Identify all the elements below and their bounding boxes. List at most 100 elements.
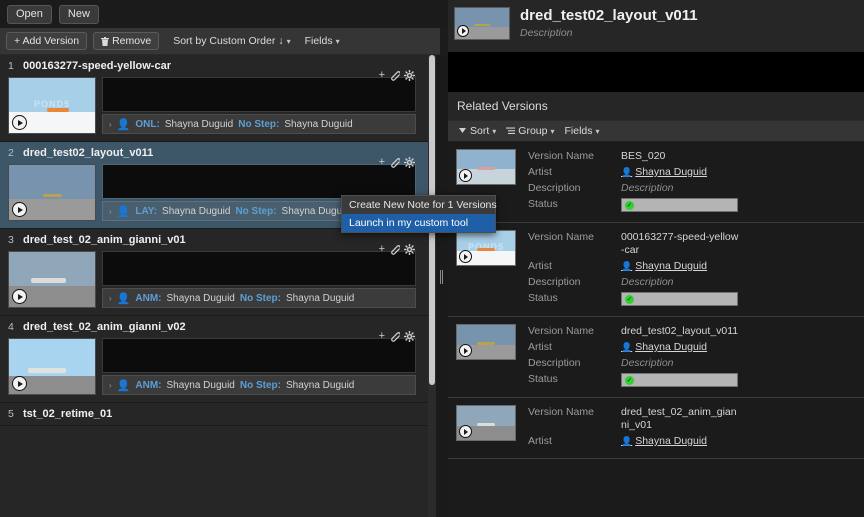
context-menu[interactable]: Create New Note for 1 Versions Launch in … bbox=[341, 195, 497, 233]
gear-icon[interactable] bbox=[404, 330, 415, 342]
sort-by-custom-order-dropdown[interactable]: Sort by Custom Order ↓ ▾ bbox=[173, 35, 290, 47]
version-row-number: 3 bbox=[8, 234, 14, 246]
play-icon[interactable] bbox=[459, 169, 472, 182]
note-nostep-key: No Step: bbox=[239, 292, 281, 304]
context-menu-item[interactable]: Launch in my custom tool bbox=[342, 214, 495, 232]
version-media-area[interactable] bbox=[102, 77, 416, 112]
add-icon[interactable]: + bbox=[379, 156, 385, 168]
version-list-panel[interactable]: 1 000163277-speed-yellow-car + POND5 › 👤 ONL: S… bbox=[0, 55, 428, 517]
field-status: Status ✓ bbox=[528, 198, 864, 212]
panel-splitter[interactable] bbox=[436, 55, 448, 517]
field-value[interactable]: Description bbox=[621, 276, 674, 289]
artist-link[interactable]: 👤 Shayna Duguid bbox=[621, 341, 707, 354]
play-icon[interactable] bbox=[12, 376, 27, 391]
attach-icon[interactable] bbox=[389, 157, 400, 168]
add-icon[interactable]: + bbox=[379, 69, 385, 81]
status-field[interactable]: ✓ bbox=[621, 292, 738, 306]
field-label: Artist bbox=[528, 260, 552, 272]
version-row-header[interactable]: 4 dred_test_02_anim_gianni_v02 + bbox=[0, 316, 428, 342]
sort-icon bbox=[459, 128, 466, 133]
trash-icon bbox=[101, 36, 110, 46]
related-group-dropdown[interactable]: Group ▾ bbox=[506, 125, 554, 137]
expand-arrow-icon[interactable]: › bbox=[109, 120, 112, 129]
card-thumbnail[interactable]: POND5 bbox=[456, 230, 516, 266]
card-thumbnail[interactable] bbox=[456, 324, 516, 360]
new-button[interactable]: New bbox=[58, 4, 99, 24]
open-button[interactable]: Open bbox=[7, 4, 52, 24]
expand-arrow-icon[interactable]: › bbox=[109, 207, 112, 216]
play-icon[interactable] bbox=[12, 289, 27, 304]
detail-media-area[interactable] bbox=[448, 52, 864, 92]
field-value[interactable]: BES_020 bbox=[621, 150, 665, 163]
related-version-card[interactable]: Version Name dred_test02_layout_v011 Artis… bbox=[448, 317, 864, 398]
field-value[interactable]: Description bbox=[621, 357, 674, 370]
version-row[interactable]: 4 dred_test_02_anim_gianni_v02 + › 👤 ANM: Shay… bbox=[0, 316, 428, 402]
version-row-number: 5 bbox=[8, 408, 14, 420]
splitter-grip[interactable] bbox=[440, 270, 444, 284]
version-row[interactable]: 1 000163277-speed-yellow-car + POND5 › 👤 ONL: S… bbox=[0, 55, 428, 141]
person-icon: 👤 bbox=[116, 118, 131, 131]
add-icon[interactable]: + bbox=[379, 243, 385, 255]
version-media-area[interactable] bbox=[102, 338, 416, 373]
version-thumbnail[interactable]: POND5 bbox=[8, 77, 96, 134]
version-media-area[interactable] bbox=[102, 164, 416, 199]
version-note-bar[interactable]: › 👤 ANM: Shayna Duguid No Step: Shayna Duguid bbox=[102, 288, 416, 308]
play-icon[interactable] bbox=[459, 425, 472, 438]
artist-link[interactable]: 👤 Shayna Duguid bbox=[621, 166, 707, 179]
add-version-button[interactable]: + Add Version bbox=[6, 32, 88, 50]
play-icon[interactable] bbox=[12, 115, 27, 130]
version-thumbnail[interactable] bbox=[8, 338, 96, 395]
related-version-card[interactable]: Version Name BES_020 Artist 👤 Shayna Duguid D… bbox=[448, 142, 864, 223]
related-versions-toolbar: Sort ▾ Group ▾ Fields ▾ bbox=[448, 120, 864, 142]
attach-icon[interactable] bbox=[389, 331, 400, 342]
version-row[interactable]: 3 dred_test_02_anim_gianni_v01 + › 👤 ANM: Shay… bbox=[0, 229, 428, 315]
play-icon[interactable] bbox=[12, 202, 27, 217]
note-nostep-key: No Step: bbox=[239, 379, 281, 391]
play-icon[interactable] bbox=[457, 25, 469, 37]
version-note-bar[interactable]: › 👤 ANM: Shayna Duguid No Step: Shayna Duguid bbox=[102, 375, 416, 395]
remove-button[interactable]: Remove bbox=[93, 32, 160, 50]
status-field[interactable]: ✓ bbox=[621, 198, 738, 212]
attach-icon[interactable] bbox=[389, 70, 400, 81]
field-value[interactable]: dred_test02_layout_v011 bbox=[621, 325, 738, 338]
version-thumbnail[interactable] bbox=[8, 164, 96, 221]
related-fields-dropdown[interactable]: Fields ▾ bbox=[564, 125, 599, 137]
gear-icon[interactable] bbox=[404, 156, 415, 168]
left-panel-scrollbar[interactable] bbox=[428, 55, 436, 517]
field-artist: Artist 👤 Shayna Duguid bbox=[528, 341, 864, 354]
gear-icon[interactable] bbox=[404, 243, 415, 255]
gear-icon[interactable] bbox=[404, 69, 415, 81]
detail-description[interactable]: Description bbox=[520, 27, 698, 39]
artist-link[interactable]: 👤 Shayna Duguid bbox=[621, 260, 707, 273]
attach-icon[interactable] bbox=[389, 244, 400, 255]
version-row-number: 2 bbox=[8, 147, 14, 159]
play-icon[interactable] bbox=[459, 344, 472, 357]
version-media-area[interactable] bbox=[102, 251, 416, 286]
card-thumbnail[interactable] bbox=[456, 405, 516, 441]
card-fields: Version Name BES_020 Artist 👤 Shayna Duguid D… bbox=[528, 149, 864, 215]
related-version-card[interactable]: POND5 Version Name 000163277-speed-yellow-… bbox=[448, 223, 864, 317]
version-thumbnail[interactable] bbox=[8, 251, 96, 308]
version-row[interactable]: 5 tst_02_retime_01 bbox=[0, 403, 428, 425]
expand-arrow-icon[interactable]: › bbox=[109, 381, 112, 390]
field-value[interactable]: dred_test_02_anim_gianni_v01 bbox=[621, 406, 741, 432]
status-field[interactable]: ✓ bbox=[621, 373, 738, 387]
version-note-bar[interactable]: › 👤 ONL: Shayna Duguid No Step: Shayna Duguid bbox=[102, 114, 416, 134]
artist-link[interactable]: 👤 Shayna Duguid bbox=[621, 435, 707, 448]
context-menu-item[interactable]: Create New Note for 1 Versions bbox=[342, 196, 497, 214]
field-value[interactable]: 000163277-speed-yellow-car bbox=[621, 231, 741, 257]
version-row-header[interactable]: 2 dred_test02_layout_v011 + bbox=[0, 142, 428, 168]
expand-arrow-icon[interactable]: › bbox=[109, 294, 112, 303]
related-versions-list[interactable]: Version Name BES_020 Artist 👤 Shayna Duguid D… bbox=[448, 142, 864, 517]
play-icon[interactable] bbox=[459, 250, 472, 263]
version-row-header[interactable]: 1 000163277-speed-yellow-car + bbox=[0, 55, 428, 81]
field-value[interactable]: Description bbox=[621, 182, 674, 195]
related-version-card[interactable]: Version Name dred_test_02_anim_gianni_v01… bbox=[448, 398, 864, 459]
detail-thumbnail[interactable] bbox=[454, 7, 510, 40]
card-thumbnail[interactable] bbox=[456, 149, 516, 185]
add-icon[interactable]: + bbox=[379, 330, 385, 342]
fields-dropdown[interactable]: Fields ▾ bbox=[305, 35, 340, 47]
related-sort-dropdown[interactable]: Sort ▾ bbox=[458, 125, 496, 137]
note-step-key: ONL: bbox=[135, 118, 160, 130]
version-row-header[interactable]: 5 tst_02_retime_01 bbox=[0, 403, 428, 425]
